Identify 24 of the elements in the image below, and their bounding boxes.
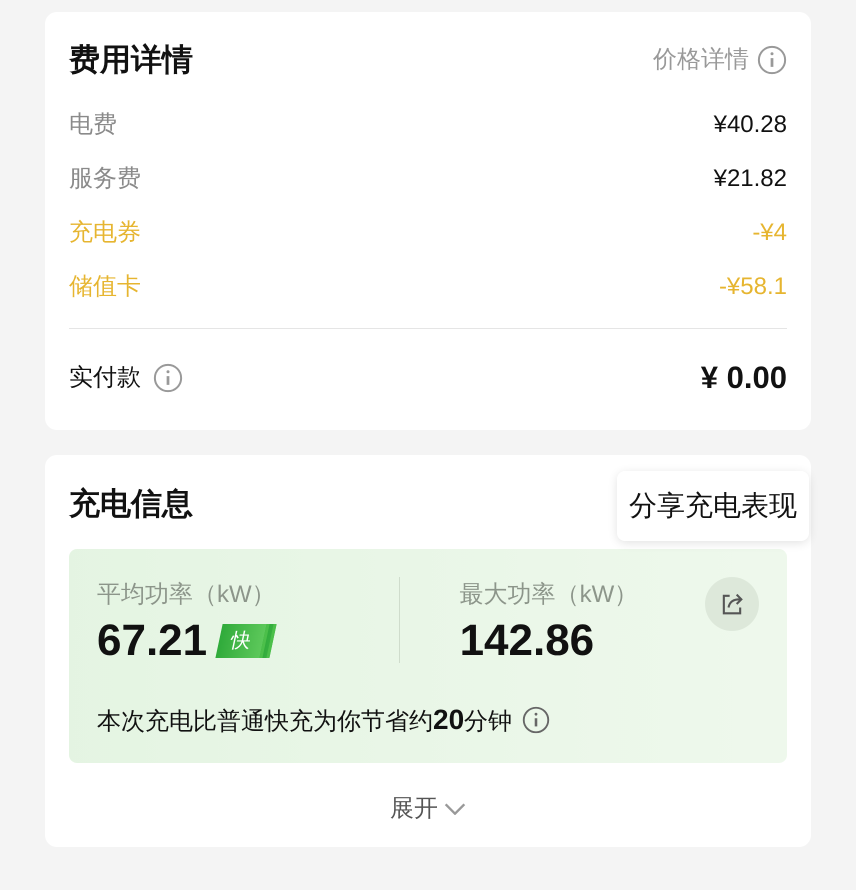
card-title: 充电信息 (69, 485, 193, 524)
fee-label: 服务费 (69, 164, 141, 194)
expand-button[interactable]: 展开 (390, 790, 466, 826)
fee-value: -¥58.1 (718, 272, 787, 302)
fee-value: -¥4 (752, 218, 787, 248)
fee-label: 充电券 (69, 218, 141, 248)
stat-value: 67.21 (97, 618, 208, 662)
fast-badge: 快 (216, 624, 277, 658)
fee-value: ¥40.28 (714, 110, 787, 140)
tooltip: 分享充电表现 (617, 470, 809, 540)
info-icon[interactable] (522, 706, 550, 734)
info-icon[interactable] (153, 363, 183, 394)
stat-label: 平均功率（kW） (97, 580, 277, 610)
total-label: 实付款 (69, 363, 141, 394)
total-value: ¥ 0.00 (700, 359, 787, 397)
stat-value: 142.86 (460, 618, 594, 662)
info-icon[interactable] (757, 45, 787, 75)
fee-label: 电费 (69, 110, 117, 140)
time-saved-note: 本次充电比普通快充为你节省约20分钟 (97, 702, 512, 736)
chevron-down-icon (444, 802, 466, 814)
fee-value: ¥21.82 (714, 164, 787, 194)
fee-label: 储值卡 (69, 272, 141, 302)
stat-label: 最大功率（kW） (460, 580, 640, 610)
card-title: 费用详情 (69, 40, 193, 79)
